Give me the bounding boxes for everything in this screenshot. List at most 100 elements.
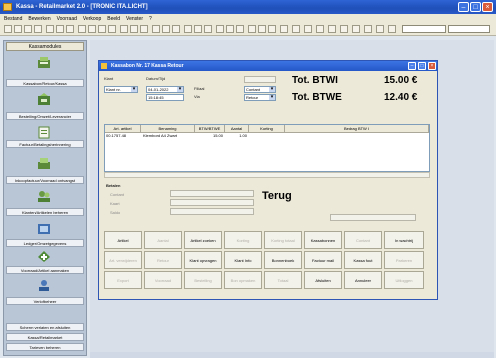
users-icon[interactable] [37, 279, 51, 292]
parkeren-button[interactable]: Parkeren [384, 251, 424, 269]
sidebar-item-kassabon[interactable]: Kassabon/Retour/Kassa [6, 79, 84, 87]
datum-field[interactable]: 04-01-2022 [146, 86, 184, 93]
menu-item-bewerken[interactable]: Bewerken [28, 16, 50, 22]
table-cell[interactable]: 15.00 [197, 133, 223, 139]
toolbar-button[interactable] [184, 25, 192, 33]
kassa-fout-button[interactable]: Kassa fout [344, 251, 382, 269]
toolbar-button[interactable] [340, 25, 348, 33]
artikel-zoeken-button[interactable]: Artikel zoeken [184, 231, 222, 249]
toolbar-search-input[interactable] [402, 25, 446, 33]
column-header[interactable]: Benaming [141, 125, 195, 133]
minimize-button[interactable]: – [458, 2, 469, 12]
artikel-button[interactable]: Artikel [104, 231, 142, 249]
uitloggen-button[interactable]: Uitloggen [384, 271, 424, 289]
toolbar-button[interactable] [66, 25, 74, 33]
column-header[interactable]: Art. artikel [105, 125, 141, 133]
sidebar-item-ledger[interactable]: Ledger/Omzetgegevens [6, 239, 84, 247]
toolbar-button[interactable] [88, 25, 96, 33]
register-icon[interactable] [37, 56, 51, 69]
sidebar-tarieven-button[interactable]: Tarieven beheren [6, 343, 84, 351]
export-button[interactable]: Export [104, 271, 142, 289]
toolbar-button[interactable] [98, 25, 106, 33]
menu-item-voorraad[interactable]: Voorraad [57, 16, 77, 22]
toolbar-button[interactable] [14, 25, 22, 33]
toolbar-button[interactable] [226, 25, 234, 33]
column-header[interactable]: Aantal [225, 125, 249, 133]
table-cell[interactable]: Klembord A4 Zwart [143, 133, 194, 139]
in-wachtrij-button[interactable]: In wachtrij [384, 231, 424, 249]
sidebar-item-voorraad[interactable]: Voorraad/Artikel aanmaken [6, 266, 84, 274]
toolbar-button[interactable] [364, 25, 372, 33]
toolbar-button[interactable] [4, 25, 12, 33]
bonnenboek-button[interactable]: Bonnenboek [264, 251, 302, 269]
type-select[interactable]: Retour [244, 94, 276, 101]
toolbar-button[interactable] [376, 25, 384, 33]
annuleer-button[interactable]: Annuleer [344, 271, 382, 289]
toolbar-button[interactable] [328, 25, 336, 33]
table-cell[interactable]: 1.00 [227, 133, 247, 139]
klant-select[interactable]: Klant nr. [104, 86, 138, 93]
kaart-field[interactable] [170, 199, 254, 206]
dialog-maximize-button[interactable]: □ [418, 62, 426, 70]
bestelling-button[interactable]: Bestelling [184, 271, 222, 289]
stock-icon[interactable] [37, 157, 51, 170]
toolbar-button[interactable] [216, 25, 224, 33]
toolbar-button[interactable] [172, 25, 180, 33]
sidebar-item-verlof[interactable]: Verlofbeheer [6, 297, 84, 305]
maximize-button[interactable]: □ [470, 2, 481, 12]
toolbar-button[interactable] [130, 25, 138, 33]
factuur-mail-button[interactable]: Factuur mail [304, 251, 342, 269]
toolbar-button[interactable] [280, 25, 288, 33]
column-header[interactable]: BTW/BTWE [195, 125, 225, 133]
stock-add-icon[interactable] [37, 250, 51, 263]
toolbar-button[interactable] [236, 25, 244, 33]
order-icon[interactable] [37, 93, 51, 106]
toolbar-button[interactable] [388, 25, 396, 33]
toolbar-button[interactable] [194, 25, 202, 33]
ledger-icon[interactable] [37, 222, 51, 235]
retour-button[interactable]: Retour [144, 251, 182, 269]
column-header[interactable]: Korting [249, 125, 285, 133]
voorraad-button[interactable]: Voorraad [144, 271, 182, 289]
korting-totaal-button[interactable]: Korting totaal [264, 231, 302, 249]
toolbar-button[interactable] [204, 25, 212, 33]
toolbar-button[interactable] [108, 25, 116, 33]
table-cell[interactable]: 00.1757.48 [106, 133, 140, 139]
menu-item-verkoop[interactable]: Verkoop [83, 16, 101, 22]
toolbar-button[interactable] [304, 25, 312, 33]
toolbar-button[interactable] [56, 25, 64, 33]
toolbar-button[interactable] [140, 25, 148, 33]
totaal-button[interactable]: Totaal [264, 271, 302, 289]
toolbar-button[interactable] [46, 25, 54, 33]
kassabonnen-button[interactable]: Kassabonnen [304, 231, 342, 249]
sidebar-exit-button[interactable]: Scherm verlaten en afsluiten [6, 323, 84, 331]
contant-field[interactable] [170, 190, 254, 197]
toolbar-button[interactable] [34, 25, 42, 33]
menu-item-venster[interactable]: Venster [126, 16, 143, 22]
close-button[interactable]: × [482, 2, 493, 12]
sidebar-item-bestelling[interactable]: Bestelling/Omzet/Leverancier [6, 112, 84, 120]
saldo-field[interactable] [170, 208, 254, 215]
klant-opvragen-button[interactable]: Klant opvragen [184, 251, 222, 269]
aantal-button[interactable]: Aantal [144, 231, 182, 249]
toolbar-button[interactable] [248, 25, 256, 33]
toolbar-button[interactable] [120, 25, 128, 33]
customers-icon[interactable] [37, 190, 51, 203]
toolbar-button[interactable] [292, 25, 300, 33]
korting-button[interactable]: Korting [224, 231, 262, 249]
grid-horizontal-scrollbar[interactable] [104, 172, 430, 178]
toolbar-button[interactable] [78, 25, 86, 33]
toolbar-button[interactable] [162, 25, 170, 33]
dialog-minimize-button[interactable]: – [408, 62, 416, 70]
sidebar-retail-button[interactable]: Kassa/Retailmarket [6, 333, 84, 341]
toolbar-button[interactable] [268, 25, 276, 33]
menu-item-bestand[interactable]: Bestand [4, 16, 22, 22]
betaalwijze-select[interactable]: Contant [244, 86, 276, 93]
menu-item-beeld[interactable]: Beeld [107, 16, 120, 22]
invoice-icon[interactable] [37, 126, 51, 139]
bon-opmaken-button[interactable]: Bon opmaken [224, 271, 262, 289]
toolbar-button[interactable] [24, 25, 32, 33]
sidebar-item-klanten[interactable]: Klanten/Artikelen beheren [6, 208, 84, 216]
sidebar-item-inkoopfactuur[interactable]: Inkoopfactuur/Voorraad ontvangst [6, 176, 84, 184]
contant-button[interactable]: Contant [344, 231, 382, 249]
